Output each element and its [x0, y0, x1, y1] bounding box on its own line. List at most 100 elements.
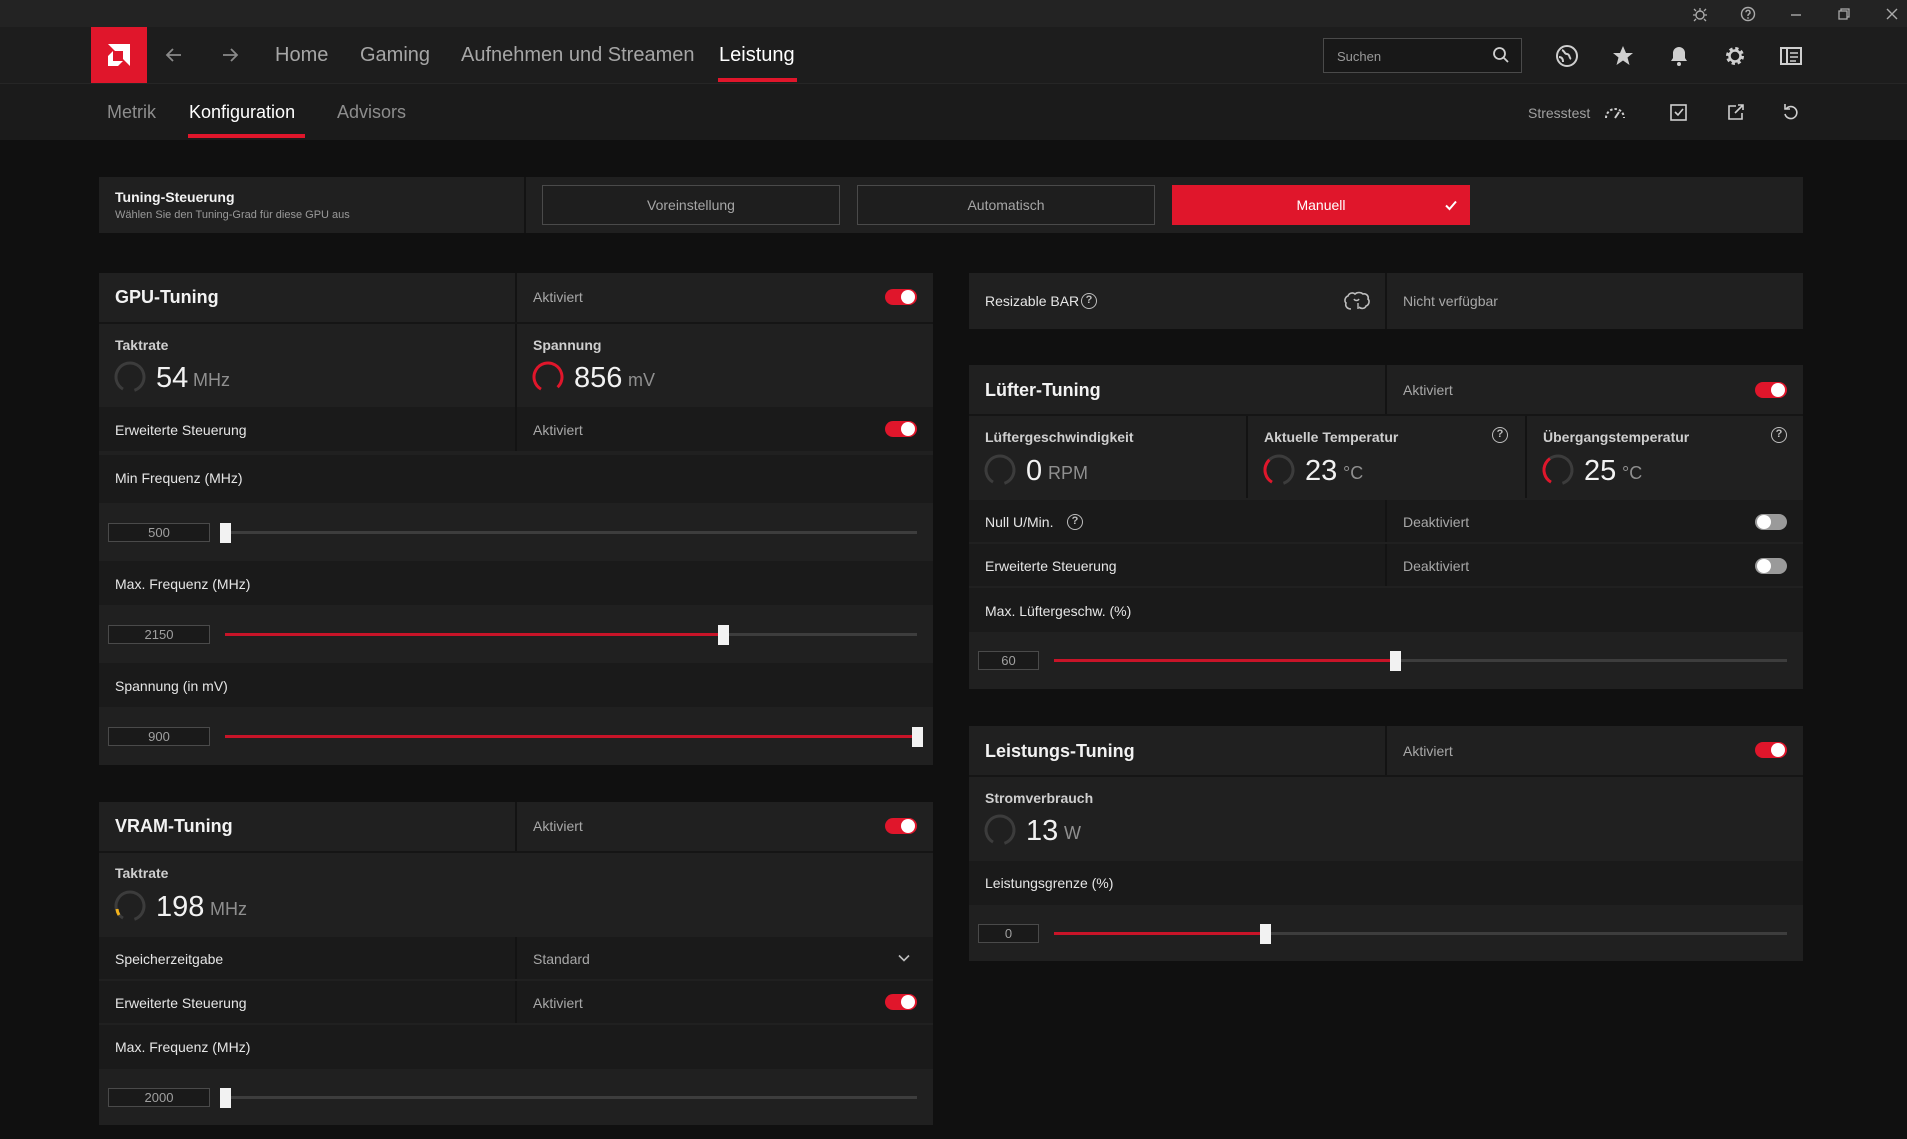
- chevron-down-icon[interactable]: [896, 950, 912, 971]
- stresstest-gauge-icon[interactable]: [1602, 100, 1628, 124]
- max-freq-label: Max. Frequenz (MHz): [115, 576, 251, 592]
- fan-advanced-toggle[interactable]: [1755, 558, 1787, 574]
- amd-logo-icon[interactable]: [91, 27, 147, 83]
- tab-configuration[interactable]: Konfiguration: [189, 102, 295, 123]
- manual-button[interactable]: Manuell: [1172, 185, 1470, 225]
- gpu-voltage-value: 856: [574, 362, 623, 394]
- stresstest-label[interactable]: Stresstest: [1528, 105, 1590, 121]
- divider: [1385, 365, 1387, 414]
- max-fan-slider-handle[interactable]: [1389, 651, 1401, 671]
- min-freq-slider-track[interactable]: [225, 531, 917, 534]
- nav-performance[interactable]: Leistung: [719, 44, 795, 67]
- gear-icon[interactable]: [1719, 40, 1751, 72]
- reset-icon[interactable]: [1778, 100, 1804, 124]
- max-freq-slider-handle[interactable]: [718, 625, 730, 645]
- max-freq-slider-fill: [225, 633, 724, 636]
- power-limit-value-input[interactable]: 0: [978, 924, 1039, 943]
- gpu-clock-gauge-icon: [113, 360, 147, 399]
- max-freq-value-input[interactable]: 2150: [108, 625, 210, 644]
- memory-timing-label: Speicherzeitgabe: [115, 951, 224, 967]
- nav-active-indicator: [718, 78, 797, 82]
- gpu-clock-unit: MHz: [193, 370, 230, 390]
- junction-temp-help-icon[interactable]: ?: [1771, 427, 1787, 443]
- power-limit-slider-handle[interactable]: [1260, 924, 1272, 944]
- min-freq-value-input[interactable]: 500: [108, 523, 210, 542]
- zero-rpm-label: Null U/Min.: [985, 514, 1054, 530]
- max-fan-value-input[interactable]: 60: [978, 651, 1039, 670]
- help-icon[interactable]: [1735, 4, 1761, 24]
- vram-advanced-toggle[interactable]: [885, 994, 917, 1010]
- forward-arrow-icon[interactable]: [215, 40, 245, 70]
- nav-record-stream[interactable]: Aufnehmen und Streamen: [461, 44, 695, 67]
- tab-active-indicator: [188, 134, 305, 138]
- power-limit-slider-track[interactable]: [1054, 932, 1787, 935]
- tuning-control-title: Tuning-Steuerung: [115, 189, 235, 205]
- max-fan-slider-track[interactable]: [1054, 659, 1787, 662]
- bug-icon[interactable]: [1687, 4, 1713, 24]
- title-bar: [0, 0, 1907, 27]
- current-temp-label: Aktuelle Temperatur: [1264, 429, 1399, 445]
- voltage-slider-track[interactable]: [225, 735, 917, 738]
- tuning-control-subtitle: Wählen Sie den Tuning-Grad für diese GPU…: [115, 209, 350, 221]
- gpu-tuning-toggle[interactable]: [885, 289, 917, 305]
- gpu-tuning-title: GPU-Tuning: [115, 287, 219, 307]
- vram-max-freq-slider-track[interactable]: [225, 1096, 917, 1099]
- vram-clock-label: Taktrate: [115, 865, 169, 881]
- power-consumption-label: Stromverbrauch: [985, 790, 1094, 806]
- power-tuning-title: Leistungs-Tuning: [985, 741, 1135, 761]
- check-icon: [1443, 197, 1459, 218]
- vram-max-freq-value-input[interactable]: 2000: [108, 1088, 210, 1107]
- gpu-voltage-label: Spannung: [533, 337, 602, 353]
- max-fan-slider-fill: [1054, 659, 1395, 662]
- vram-clock-gauge-icon: [113, 889, 147, 928]
- divider: [99, 322, 933, 324]
- restore-icon[interactable]: [1831, 4, 1857, 24]
- minimize-icon[interactable]: [1783, 4, 1809, 24]
- junction-temp-gauge-icon: [1541, 453, 1575, 492]
- max-fan-label: Max. Lüftergeschw. (%): [985, 603, 1132, 619]
- vram-max-freq-slider-handle[interactable]: [220, 1088, 231, 1108]
- nav-gaming[interactable]: Gaming: [360, 44, 430, 67]
- preset-button[interactable]: Voreinstellung: [542, 185, 840, 225]
- resizable-bar-help-icon[interactable]: ?: [1081, 293, 1097, 309]
- search-icon[interactable]: [1492, 46, 1510, 69]
- gpu-clock-value: 54: [156, 362, 189, 394]
- bell-icon[interactable]: [1663, 40, 1695, 72]
- tab-metrics[interactable]: Metrik: [107, 102, 156, 123]
- current-temp-value: 23: [1305, 455, 1338, 487]
- junction-temp-label: Übergangstemperatur: [1543, 429, 1690, 445]
- voltage-value-input[interactable]: 900: [108, 727, 210, 746]
- star-icon[interactable]: [1607, 40, 1639, 72]
- vram-advanced-status: Aktiviert: [533, 995, 583, 1011]
- zero-rpm-status: Deaktiviert: [1403, 514, 1470, 530]
- gpu-advanced-toggle[interactable]: [885, 421, 917, 437]
- max-freq-slider-track[interactable]: [225, 633, 917, 636]
- vram-tuning-status: Aktiviert: [533, 818, 583, 834]
- fan-tuning-status: Aktiviert: [1403, 382, 1453, 398]
- save-profile-icon[interactable]: [1666, 100, 1692, 124]
- divider: [969, 414, 1803, 416]
- close-icon[interactable]: [1879, 4, 1905, 24]
- min-freq-slider-handle[interactable]: [220, 523, 231, 543]
- power-tuning-toggle[interactable]: [1755, 742, 1787, 758]
- zero-rpm-help-icon[interactable]: ?: [1067, 514, 1083, 530]
- current-temp-help-icon[interactable]: ?: [1492, 427, 1508, 443]
- fan-speed-value: 0: [1026, 455, 1043, 487]
- fan-tuning-toggle[interactable]: [1755, 382, 1787, 398]
- globe-icon[interactable]: [1551, 40, 1583, 72]
- divider: [515, 981, 517, 1023]
- voltage-slider-handle[interactable]: [912, 727, 923, 747]
- automatic-button[interactable]: Automatisch: [857, 185, 1155, 225]
- nav-home[interactable]: Home: [275, 44, 328, 67]
- gpu-advanced-label: Erweiterte Steuerung: [115, 422, 247, 438]
- vram-tuning-title: VRAM-Tuning: [115, 816, 233, 836]
- vram-clock-unit: MHz: [210, 899, 247, 919]
- power-limit-slider-fill: [1054, 932, 1266, 935]
- sidebar-layout-icon[interactable]: [1775, 40, 1807, 72]
- resizable-bar-label: Resizable BAR: [985, 293, 1080, 309]
- vram-tuning-toggle[interactable]: [885, 818, 917, 834]
- back-arrow-icon[interactable]: [159, 40, 189, 70]
- export-icon[interactable]: [1723, 100, 1749, 124]
- tab-advisors[interactable]: Advisors: [337, 102, 406, 123]
- zero-rpm-toggle[interactable]: [1755, 514, 1787, 530]
